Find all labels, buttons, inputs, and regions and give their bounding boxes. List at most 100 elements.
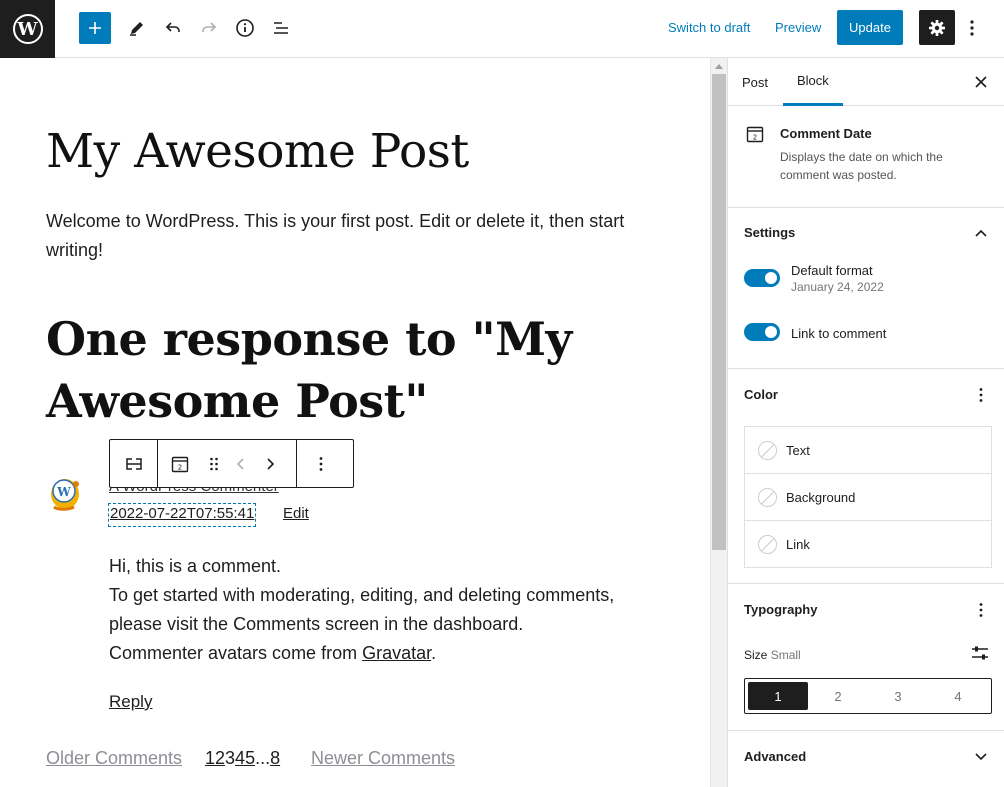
tools-button[interactable] — [119, 11, 155, 45]
gravatar-link[interactable]: Gravatar — [362, 643, 431, 663]
color-settings-list: Text Background Link — [744, 426, 992, 568]
comment-reply-link[interactable]: Reply — [109, 692, 152, 712]
comment-line: To get started with moderating, editing,… — [109, 585, 615, 634]
chevron-right-icon — [267, 457, 275, 470]
block-type-button[interactable]: 2 — [158, 440, 202, 487]
vertical-ellipsis-icon — [970, 19, 974, 36]
move-left-button[interactable] — [226, 440, 256, 487]
list-view-button[interactable] — [263, 11, 299, 45]
comment-date-block[interactable]: 2022-07-22T07:55:41 — [107, 503, 257, 527]
default-format-toggle[interactable] — [744, 269, 780, 287]
color-item-link[interactable]: Link — [745, 521, 991, 568]
editor-scrollbar[interactable] — [710, 58, 727, 787]
vertical-ellipsis-icon — [979, 603, 983, 617]
settings-button[interactable] — [919, 10, 955, 45]
scrollbar-thumb[interactable] — [712, 74, 726, 550]
wordpress-logo-icon[interactable]: W — [0, 0, 55, 58]
drag-handle-icon — [210, 457, 218, 470]
advanced-panel-header[interactable]: Advanced — [728, 731, 1004, 781]
no-color-swatch-icon — [758, 535, 777, 554]
font-size-option[interactable]: 3 — [868, 682, 928, 710]
post-title[interactable]: My Awesome Post — [46, 124, 469, 179]
default-format-value: January 24, 2022 — [791, 280, 884, 294]
move-right-button[interactable] — [256, 440, 284, 487]
comment-edit-link[interactable]: Edit — [283, 505, 309, 522]
no-color-swatch-icon — [758, 441, 777, 460]
color-panel-header: Color — [728, 369, 1004, 419]
list-view-icon — [274, 22, 288, 34]
link-to-comment-label: Link to comment — [791, 326, 887, 341]
post-paragraph[interactable]: Welcome to WordPress. This is your first… — [46, 207, 636, 265]
parent-block-button[interactable] — [110, 440, 157, 487]
settings-sliders-icon — [972, 646, 988, 660]
default-format-label: Default format — [791, 263, 873, 278]
close-icon — [975, 76, 987, 88]
settings-sidebar: Post Block 2 Comment Date Displays the d… — [727, 58, 1004, 787]
comment-content[interactable]: Hi, this is a comment. To get started wi… — [109, 552, 669, 668]
comment-date-icon: 2 — [745, 124, 765, 144]
details-button[interactable] — [227, 11, 263, 45]
color-item-label: Background — [786, 490, 856, 505]
svg-text:2: 2 — [753, 134, 757, 142]
page-number[interactable]: 4 — [235, 748, 245, 768]
update-button[interactable]: Update — [837, 10, 903, 45]
older-comments-link[interactable]: Older Comments — [46, 748, 182, 769]
block-card-title: Comment Date — [780, 126, 872, 141]
block-card-description: Displays the date on which the comment w… — [780, 150, 943, 182]
color-options-button[interactable] — [971, 385, 991, 405]
vertical-ellipsis-icon — [319, 456, 322, 471]
editor-canvas: My Awesome Post Welcome to WordPress. Th… — [0, 58, 710, 787]
chevron-up-icon[interactable] — [971, 223, 991, 243]
settings-panel-header[interactable]: Settings — [728, 208, 1004, 258]
chevron-left-icon — [236, 457, 244, 470]
block-toolbar: 2 — [109, 439, 354, 488]
page-number[interactable]: 3 — [225, 748, 235, 768]
typography-panel-header: Typography — [728, 584, 1004, 634]
font-size-option[interactable]: 1 — [748, 682, 808, 710]
undo-icon — [165, 22, 180, 32]
preview-button[interactable]: Preview — [775, 20, 821, 35]
font-size-option[interactable]: 4 — [928, 682, 988, 710]
switch-to-draft-button[interactable]: Switch to draft — [668, 20, 750, 35]
block-options-button[interactable] — [297, 440, 344, 487]
options-menu-button[interactable] — [960, 10, 984, 45]
color-item-label: Text — [786, 443, 810, 458]
panel-title-color: Color — [744, 387, 778, 402]
svg-text:W: W — [56, 485, 71, 499]
color-item-background[interactable]: Background — [745, 474, 991, 521]
link-to-comment-toggle[interactable] — [744, 323, 780, 341]
drag-handle[interactable] — [202, 440, 226, 487]
font-size-option[interactable]: 2 — [808, 682, 868, 710]
chevron-down-icon[interactable] — [971, 747, 991, 767]
sidebar-tabs: Post Block — [728, 58, 1004, 106]
add-block-button[interactable] — [79, 12, 111, 44]
font-size-label: Size Small — [744, 648, 801, 662]
pagination-numbers: 12345...8 — [205, 748, 280, 769]
tab-post[interactable]: Post — [728, 58, 782, 106]
page-number[interactable]: 5 — [245, 748, 255, 768]
info-icon — [236, 19, 254, 37]
undo-button[interactable] — [155, 11, 191, 45]
close-sidebar-button[interactable] — [971, 72, 991, 92]
redo-button[interactable] — [191, 11, 227, 45]
color-item-text[interactable]: Text — [745, 427, 991, 474]
pagination-ellipsis: ... — [255, 748, 271, 768]
typography-options-button[interactable] — [971, 600, 991, 620]
comment-date-icon: 2 — [171, 456, 189, 472]
comments-title[interactable]: One response to "My Awesome Post" — [46, 308, 606, 432]
svg-text:2: 2 — [178, 463, 182, 471]
commenter-avatar: W — [48, 474, 82, 512]
editor-header: W Switch to draft Preview Update — [0, 0, 1004, 58]
redo-icon — [202, 22, 217, 32]
page-number[interactable]: 1 — [205, 748, 215, 768]
page-number[interactable]: 2 — [215, 748, 225, 768]
no-color-swatch-icon — [758, 488, 777, 507]
custom-size-button[interactable] — [970, 643, 990, 663]
scroll-up-arrow-icon[interactable] — [711, 58, 727, 75]
newer-comments-link[interactable]: Newer Comments — [311, 748, 455, 769]
block-card: 2 Comment Date Displays the date on whic… — [728, 106, 1004, 208]
panel-title-advanced: Advanced — [744, 749, 807, 764]
tab-block[interactable]: Block — [783, 58, 843, 106]
color-item-label: Link — [786, 537, 810, 552]
page-number[interactable]: 8 — [270, 748, 280, 768]
